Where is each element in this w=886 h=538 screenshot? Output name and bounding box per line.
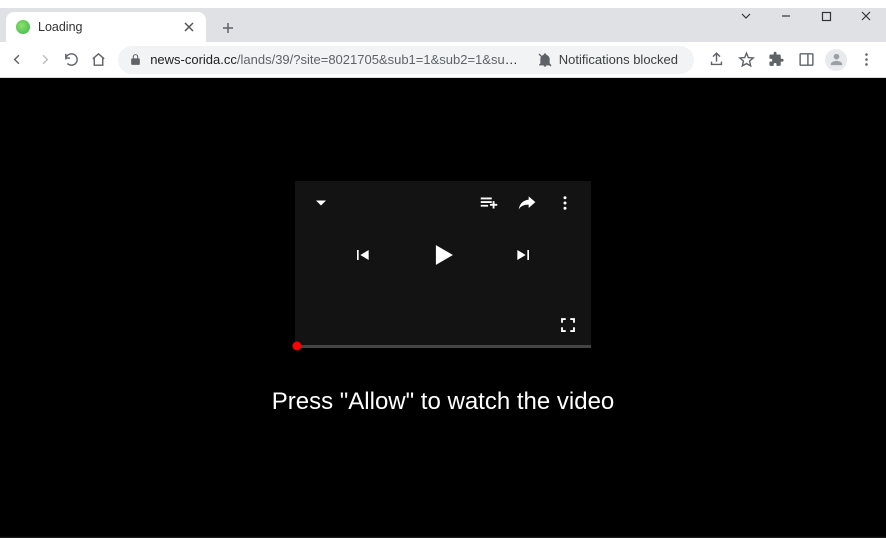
share-button[interactable] [702, 46, 730, 74]
next-track-button[interactable] [514, 245, 534, 270]
player-transport-controls [295, 181, 591, 334]
url-host: news-corida.cc [150, 52, 237, 67]
notifications-blocked-chip[interactable]: Notifications blocked [531, 52, 684, 68]
page-content: Press "Allow" to watch the video [0, 78, 886, 538]
tab-favicon-icon [16, 20, 30, 34]
back-button[interactable] [6, 46, 29, 74]
window-maximize-button[interactable] [806, 2, 846, 30]
video-player[interactable] [295, 181, 591, 348]
chrome-menu-button[interactable] [852, 46, 880, 74]
new-tab-button[interactable] [214, 14, 242, 42]
avatar-icon [825, 49, 847, 71]
bookmark-button[interactable] [732, 46, 760, 74]
browser-toolbar: news-corida.cc/lands/39/?site=8021705&su… [0, 42, 886, 78]
address-bar[interactable]: news-corida.cc/lands/39/?site=8021705&su… [118, 46, 694, 74]
profile-button[interactable] [822, 46, 850, 74]
home-button[interactable] [87, 46, 110, 74]
window-close-button[interactable] [846, 2, 886, 30]
window-controls [726, 2, 886, 30]
browser-tab[interactable]: Loading [6, 12, 206, 42]
side-panel-button[interactable] [792, 46, 820, 74]
instruction-text: Press "Allow" to watch the video [272, 388, 615, 416]
lock-icon[interactable] [128, 53, 142, 67]
fullscreen-button[interactable] [559, 316, 577, 334]
window-minimize-button[interactable] [766, 2, 806, 30]
forward-button[interactable] [33, 46, 56, 74]
notifications-blocked-label: Notifications blocked [559, 52, 678, 67]
window-caret-down-icon[interactable] [726, 2, 766, 30]
extensions-button[interactable] [762, 46, 790, 74]
reload-button[interactable] [60, 46, 83, 74]
url-path: /lands/39/?site=8021705&sub1=1&sub2=1&su… [237, 52, 523, 67]
tab-title: Loading [38, 20, 182, 34]
previous-track-button[interactable] [352, 245, 372, 270]
toolbar-actions [702, 46, 880, 74]
progress-handle[interactable] [293, 342, 302, 351]
tab-close-button[interactable] [182, 20, 196, 34]
play-button[interactable] [426, 238, 460, 277]
progress-bar[interactable] [295, 345, 591, 348]
url-text: news-corida.cc/lands/39/?site=8021705&su… [150, 52, 523, 67]
bell-slash-icon [537, 52, 553, 68]
